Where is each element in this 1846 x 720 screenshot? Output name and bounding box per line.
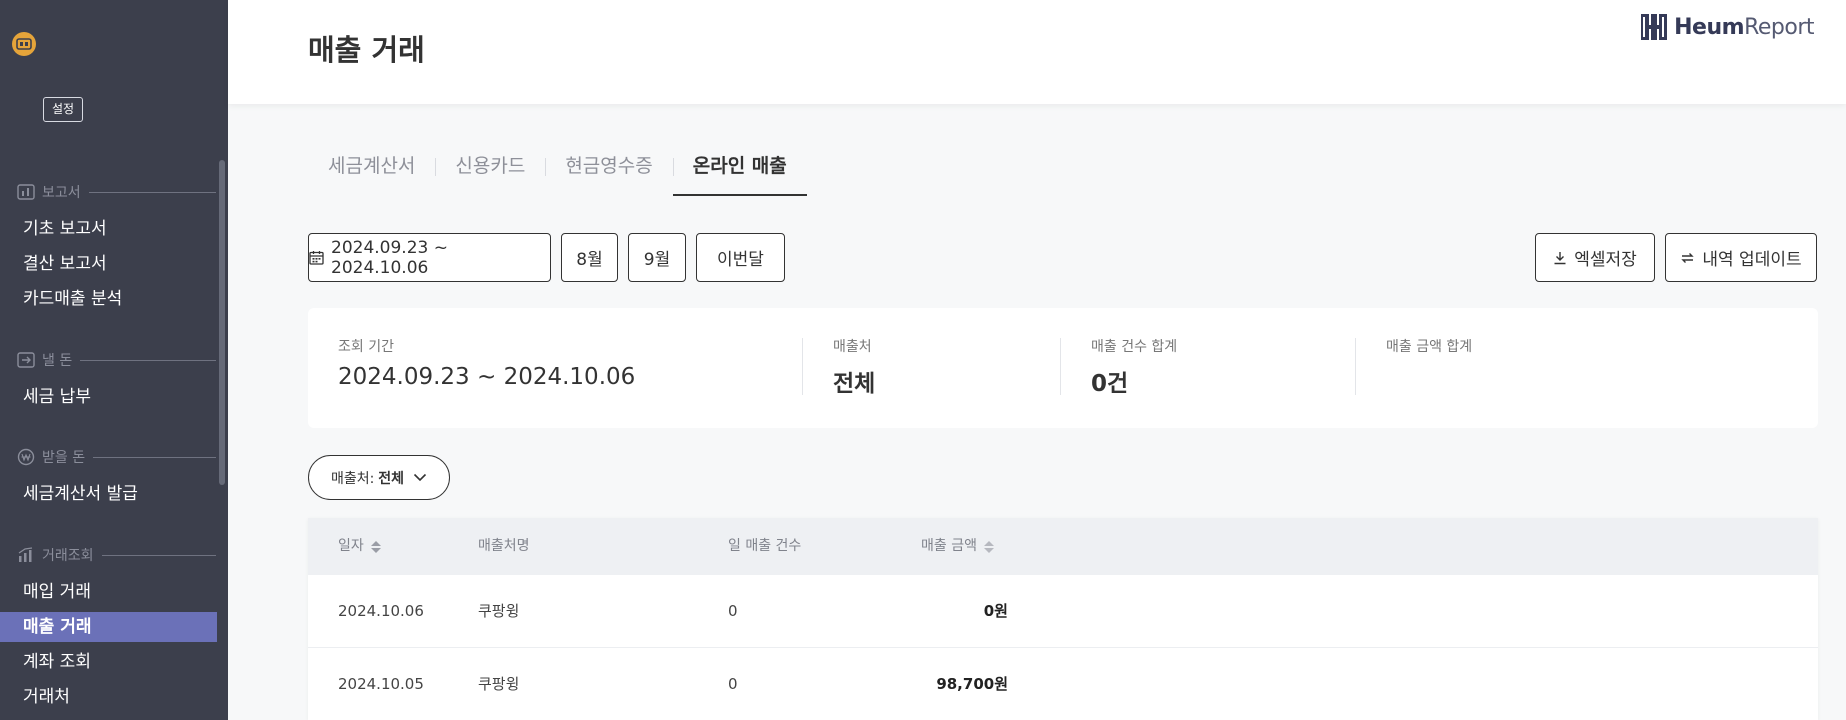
sidebar-section-payables: 낼 돈	[16, 350, 216, 370]
sort-icon[interactable]	[983, 540, 995, 554]
calendar-icon	[309, 250, 324, 265]
vendor-filter-prefix: 매출처:	[330, 470, 375, 487]
cell-vendor: 쿠팡윙	[478, 675, 520, 693]
summary-vendor-value: 전체	[833, 371, 876, 397]
sidebar-section-label: 낼 돈	[42, 353, 73, 369]
table-row[interactable]: 2024.10.05 쿠팡윙 0 98,700원	[308, 648, 1818, 720]
column-header-date[interactable]: 일자	[338, 518, 382, 575]
section-divider	[80, 359, 216, 361]
summary-vendor: 매출처 전체	[833, 336, 875, 398]
column-header-amount[interactable]: 매출 금액	[921, 518, 995, 575]
tab-online-sales[interactable]: 온라인 매출	[672, 150, 807, 196]
report-chart-icon	[16, 182, 36, 202]
settings-button[interactable]: 설정	[43, 97, 84, 122]
transaction-chart-icon	[16, 545, 36, 565]
summary-divider	[802, 338, 803, 395]
sidebar-item-tax-invoice-issue[interactable]: 세금계산서 발급	[0, 479, 217, 509]
cell-date: 2024.10.05	[338, 675, 424, 693]
cell-vendor: 쿠팡윙	[478, 602, 520, 620]
cell-date: 2024.10.06	[338, 602, 424, 620]
chevron-down-icon	[413, 473, 427, 482]
summary-divider	[1060, 338, 1061, 395]
summary-count: 매출 건수 합계 0건	[1091, 336, 1177, 398]
update-history-label: 내역 업데이트	[1702, 250, 1802, 270]
column-header-vendor: 매출처명	[478, 538, 530, 554]
vendor-filter-value: 전체	[378, 470, 405, 487]
sidebar-section-label: 거래조회	[42, 548, 94, 564]
sidebar-section-label: 받을 돈	[42, 450, 86, 466]
sidebar-item-sales-transactions[interactable]: 매출 거래	[0, 612, 217, 642]
summary-vendor-label: 매출처	[833, 339, 872, 355]
sidebar-item-clients[interactable]: 거래처	[0, 682, 217, 712]
summary-count-label: 매출 건수 합계	[1091, 339, 1178, 355]
sidebar-item-purchase-transactions[interactable]: 매입 거래	[0, 577, 217, 607]
tab-credit-card[interactable]: 신용카드	[435, 150, 545, 196]
outgoing-money-icon	[16, 350, 36, 370]
column-header-daily-count: 일 매출 건수	[728, 538, 802, 554]
table-header: 일자 매출처명 일 매출 건수 매출 금액	[308, 518, 1818, 575]
cell-count: 0	[728, 602, 738, 620]
sales-type-tabs: 세금계산서 신용카드 현금영수증 온라인 매출	[308, 150, 807, 196]
sidebar-section-reports: 보고서	[16, 182, 216, 202]
sidebar-item-account-inquiry[interactable]: 계좌 조회	[0, 647, 217, 677]
sidebar-item-basic-report[interactable]: 기초 보고서	[0, 214, 217, 244]
section-divider	[88, 191, 216, 193]
won-coin-icon	[16, 447, 36, 467]
refresh-icon	[1680, 251, 1695, 265]
cell-amount: 98,700원	[936, 675, 1008, 693]
sidebar-item-card-sales-analysis[interactable]: 카드매출 분석	[0, 284, 217, 314]
column-header-date-label: 일자	[338, 538, 364, 554]
summary-amount-label: 매출 금액 합계	[1386, 339, 1473, 355]
brand-name-bold: Heum	[1674, 14, 1745, 40]
section-divider	[101, 554, 216, 556]
summary-period-label: 조회 기간	[338, 339, 394, 355]
september-button[interactable]: 9월	[628, 233, 686, 282]
sidebar-section-transactions: 거래조회	[16, 545, 216, 565]
summary-count-value: 0건	[1091, 371, 1129, 397]
table-row[interactable]: 2024.10.06 쿠팡윙 0 0원	[308, 575, 1818, 648]
summary-divider	[1355, 338, 1356, 395]
excel-save-button[interactable]: 엑셀저장	[1535, 233, 1655, 282]
page-title: 매출 거래	[308, 33, 425, 67]
date-range-text: 2024.09.23 ~ 2024.10.06	[331, 237, 448, 278]
vendor-filter-dropdown[interactable]: 매출처: 전체	[308, 455, 450, 500]
sidebar-item-settlement-report[interactable]: 결산 보고서	[0, 249, 217, 279]
summary-card: 조회 기간 2024.09.23 ~ 2024.10.06 매출처 전체 매출 …	[308, 308, 1818, 428]
sidebar-section-label: 보고서	[42, 185, 81, 201]
tab-tax-invoice[interactable]: 세금계산서	[308, 150, 435, 196]
date-range-picker[interactable]: 2024.09.23 ~ 2024.10.06	[308, 233, 551, 282]
page-header: 매출 거래 Heum Report	[228, 0, 1846, 104]
brand-name-light: Report	[1744, 14, 1814, 40]
download-icon	[1553, 251, 1567, 265]
sidebar-scrollbar[interactable]	[219, 160, 225, 485]
cell-amount: 0원	[983, 602, 1008, 620]
section-divider	[93, 456, 216, 458]
sales-table: 일자 매출처명 일 매출 건수 매출 금액 2024.10.06 쿠팡윙 0 0…	[308, 518, 1818, 720]
august-button[interactable]: 8월	[561, 233, 618, 282]
sidebar-item-tax-payment[interactable]: 세금 납부	[0, 382, 217, 412]
heumreport-logo-icon	[1641, 14, 1668, 40]
this-month-button[interactable]: 이번달	[696, 233, 785, 282]
update-history-button[interactable]: 내역 업데이트	[1665, 233, 1817, 282]
summary-period-value: 2024.09.23 ~ 2024.10.06	[338, 364, 636, 390]
excel-save-label: 엑셀저장	[1574, 250, 1637, 270]
app-logo-icon[interactable]	[12, 32, 36, 56]
tab-cash-receipt[interactable]: 현금영수증	[545, 150, 672, 196]
cell-count: 0	[728, 675, 738, 693]
sidebar: 설정 보고서 기초 보고서 결산 보고서 카드매출 분석 낼 돈 세금 납부 받…	[0, 0, 228, 720]
sidebar-section-receivables: 받을 돈	[16, 447, 216, 467]
brand-logo[interactable]: Heum Report	[1641, 14, 1814, 40]
sort-icon[interactable]	[370, 540, 382, 554]
summary-period: 조회 기간 2024.09.23 ~ 2024.10.06	[338, 336, 635, 390]
summary-amount: 매출 금액 합계	[1386, 336, 1472, 364]
column-header-amount-label: 매출 금액	[921, 538, 977, 554]
